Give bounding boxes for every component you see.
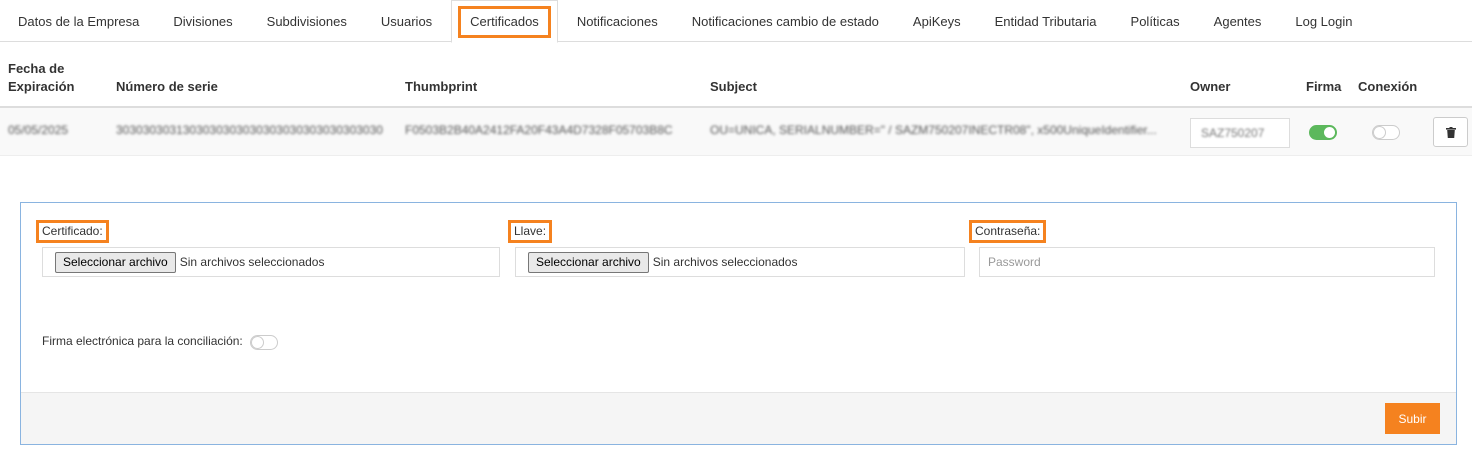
cell-expiration: 05/05/2025 (8, 123, 69, 137)
cell-subject: OU=UNICA, SERIALNUMBER=" / SAZM750207INE… (710, 123, 1157, 137)
tab-usuarios[interactable]: Usuarios (364, 0, 449, 42)
header-serial: Número de serie (116, 79, 218, 94)
password-label: Contraseña: (969, 220, 1047, 243)
owner-value: SAZ750207 (1201, 126, 1265, 140)
delete-certificate-button[interactable] (1433, 117, 1468, 147)
certificado-label: Certificado: (36, 220, 109, 243)
llave-file-status: Sin archivos seleccionados (652, 255, 798, 269)
tab-entidad-tributaria[interactable]: Entidad Tributaria (978, 0, 1114, 42)
owner-input[interactable]: SAZ750207 (1190, 118, 1290, 148)
header-conexion: Conexión (1358, 79, 1418, 94)
tab-subdivisiones[interactable]: Subdivisiones (250, 0, 364, 42)
conexion-toggle-knob (1374, 127, 1385, 138)
table-row: 05/05/2025 30303030313030303030303030303… (0, 108, 1472, 156)
conexion-toggle[interactable] (1372, 125, 1400, 140)
header-owner: Owner (1190, 79, 1231, 94)
certificado-file-input[interactable]: Seleccionar archivo Sin archivos selecci… (42, 247, 500, 277)
firma-toggle-knob (1324, 127, 1335, 138)
cell-thumbprint: F0503B2B40A2412FA20F43A4D7328F05703B8C (405, 123, 673, 137)
tab-log-login[interactable]: Log Login (1278, 0, 1369, 42)
certificado-file-status: Sin archivos seleccionados (179, 255, 325, 269)
cell-serial: 3030303031303030303030303030303030303030 (116, 123, 383, 137)
header-subject: Subject (710, 79, 757, 94)
tab-notificaciones[interactable]: Notificaciones (560, 0, 675, 42)
panel-footer: Subir (21, 392, 1456, 444)
tab-certificados-label: Certificados (458, 5, 551, 38)
firma-conciliacion-toggle[interactable] (250, 335, 278, 350)
certificado-file-button[interactable]: Seleccionar archivo (55, 251, 176, 273)
submit-button[interactable]: Subir (1385, 403, 1440, 434)
header-expiration: Fecha de Expiración (8, 60, 74, 96)
tab-datos-empresa[interactable]: Datos de la Empresa (1, 0, 156, 42)
firma-conciliacion-label: Firma electrónica para la conciliación: (42, 334, 243, 348)
password-input[interactable] (979, 247, 1435, 277)
firma-conciliacion-toggle-knob (252, 337, 263, 348)
header-expiration-line2: Expiración (8, 79, 75, 94)
tab-bar: Datos de la Empresa Divisiones Subdivisi… (0, 0, 1472, 43)
header-expiration-line1: Fecha de (8, 61, 65, 76)
tab-apikeys[interactable]: ApiKeys (896, 0, 978, 42)
tab-politicas[interactable]: Políticas (1114, 0, 1197, 42)
tab-agentes[interactable]: Agentes (1197, 0, 1279, 42)
upload-certificate-panel: Certificado: Llave: Contraseña: Seleccio… (20, 202, 1457, 445)
tab-notificaciones-cambio-estado[interactable]: Notificaciones cambio de estado (675, 0, 896, 42)
header-thumbprint: Thumbprint (405, 79, 478, 94)
tab-divisiones[interactable]: Divisiones (156, 0, 249, 42)
llave-file-input[interactable]: Seleccionar archivo Sin archivos selecci… (515, 247, 965, 277)
llave-label: Llave: (508, 220, 553, 243)
llave-file-button[interactable]: Seleccionar archivo (528, 251, 649, 273)
trash-icon (1445, 126, 1456, 138)
tab-certificados[interactable]: Certificados (451, 0, 558, 43)
firma-toggle[interactable] (1309, 125, 1337, 140)
header-firma: Firma (1306, 79, 1342, 94)
certificates-table-header: Fecha de Expiración Número de serie Thum… (0, 42, 1472, 108)
